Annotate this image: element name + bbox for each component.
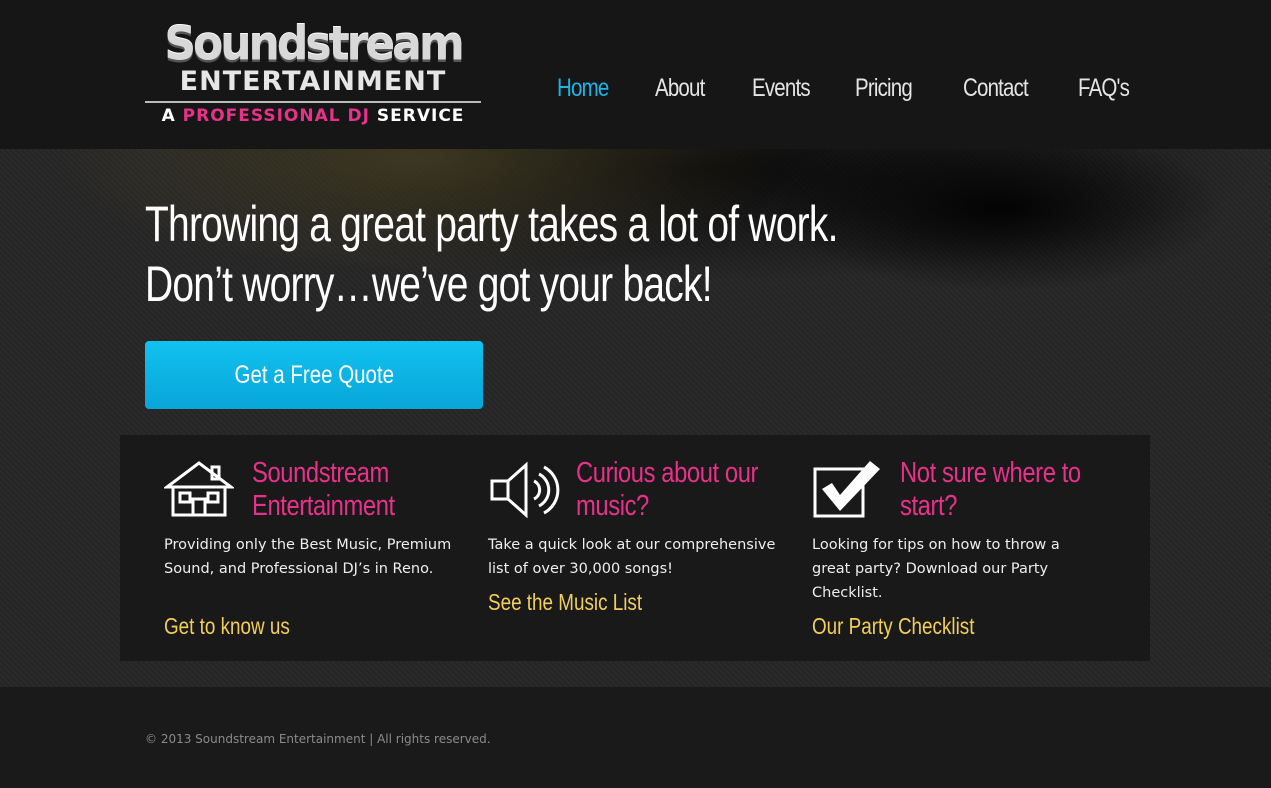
see-music-list-link[interactable]: See the Music List	[488, 587, 734, 617]
nav-item-contact[interactable]: Contact	[963, 70, 1029, 106]
copyright-text: © 2013 Soundstream Entertainment | All r…	[145, 732, 491, 746]
feature-text: Take a quick look at our comprehensive l…	[488, 537, 776, 577]
feature-title: Curious about our music?	[576, 457, 759, 522]
checkbox-icon	[812, 459, 884, 521]
brand-logo[interactable]: Soundstream ENTERTAINMENT A PROFESSIONAL…	[145, 17, 481, 128]
features-panel: Soundstream Entertainment Providing only…	[120, 435, 1150, 661]
feature-checklist: Not sure where to start? Looking for tip…	[812, 435, 1112, 661]
hero-headline-line1: Throwing a great party takes a lot of wo…	[145, 196, 838, 252]
hero-headline-line2: Don’t worry…we’ve got your back!	[145, 256, 713, 312]
get-free-quote-button[interactable]: Get a Free Quote	[145, 341, 483, 409]
site-footer: © 2013 Soundstream Entertainment | All r…	[0, 687, 1271, 788]
hero-headline: Throwing a great party takes a lot of wo…	[145, 194, 838, 314]
speaker-icon	[488, 459, 560, 521]
nav-item-pricing[interactable]: Pricing	[855, 70, 913, 106]
feature-text: Providing only the Best Music, Premium S…	[164, 537, 452, 577]
nav-item-events[interactable]: Events	[752, 70, 811, 106]
get-to-know-us-link[interactable]: Get to know us	[164, 611, 410, 641]
feature-music: Curious about our music? Take a quick lo…	[488, 435, 788, 661]
get-free-quote-label: Get a Free Quote	[234, 361, 394, 389]
logo-subtitle: ENTERTAINMENT	[179, 66, 447, 97]
nav-item-faqs[interactable]: FAQ's	[1078, 70, 1130, 106]
feature-title: Soundstream Entertainment	[252, 457, 395, 522]
tagline-service: SERVICE	[376, 106, 465, 126]
feature-about: Soundstream Entertainment Providing only…	[162, 435, 464, 661]
nav-item-home[interactable]: Home	[557, 70, 609, 106]
logo-tagline: A PROFESSIONAL DJ SERVICE	[145, 105, 481, 127]
logo-wordmark: Soundstream	[164, 17, 464, 72]
logo-divider	[145, 101, 481, 103]
nav-item-about[interactable]: About	[655, 70, 705, 106]
feature-text: Looking for tips on how to throw a great…	[812, 537, 1060, 601]
feature-title: Not sure where to start?	[900, 457, 1081, 522]
site-header: Soundstream ENTERTAINMENT A PROFESSIONAL…	[0, 0, 1271, 149]
house-icon	[162, 459, 236, 521]
party-checklist-link[interactable]: Our Party Checklist	[812, 611, 1058, 641]
tagline-a: A	[161, 106, 176, 126]
tagline-pro: PROFESSIONAL DJ	[182, 106, 370, 126]
